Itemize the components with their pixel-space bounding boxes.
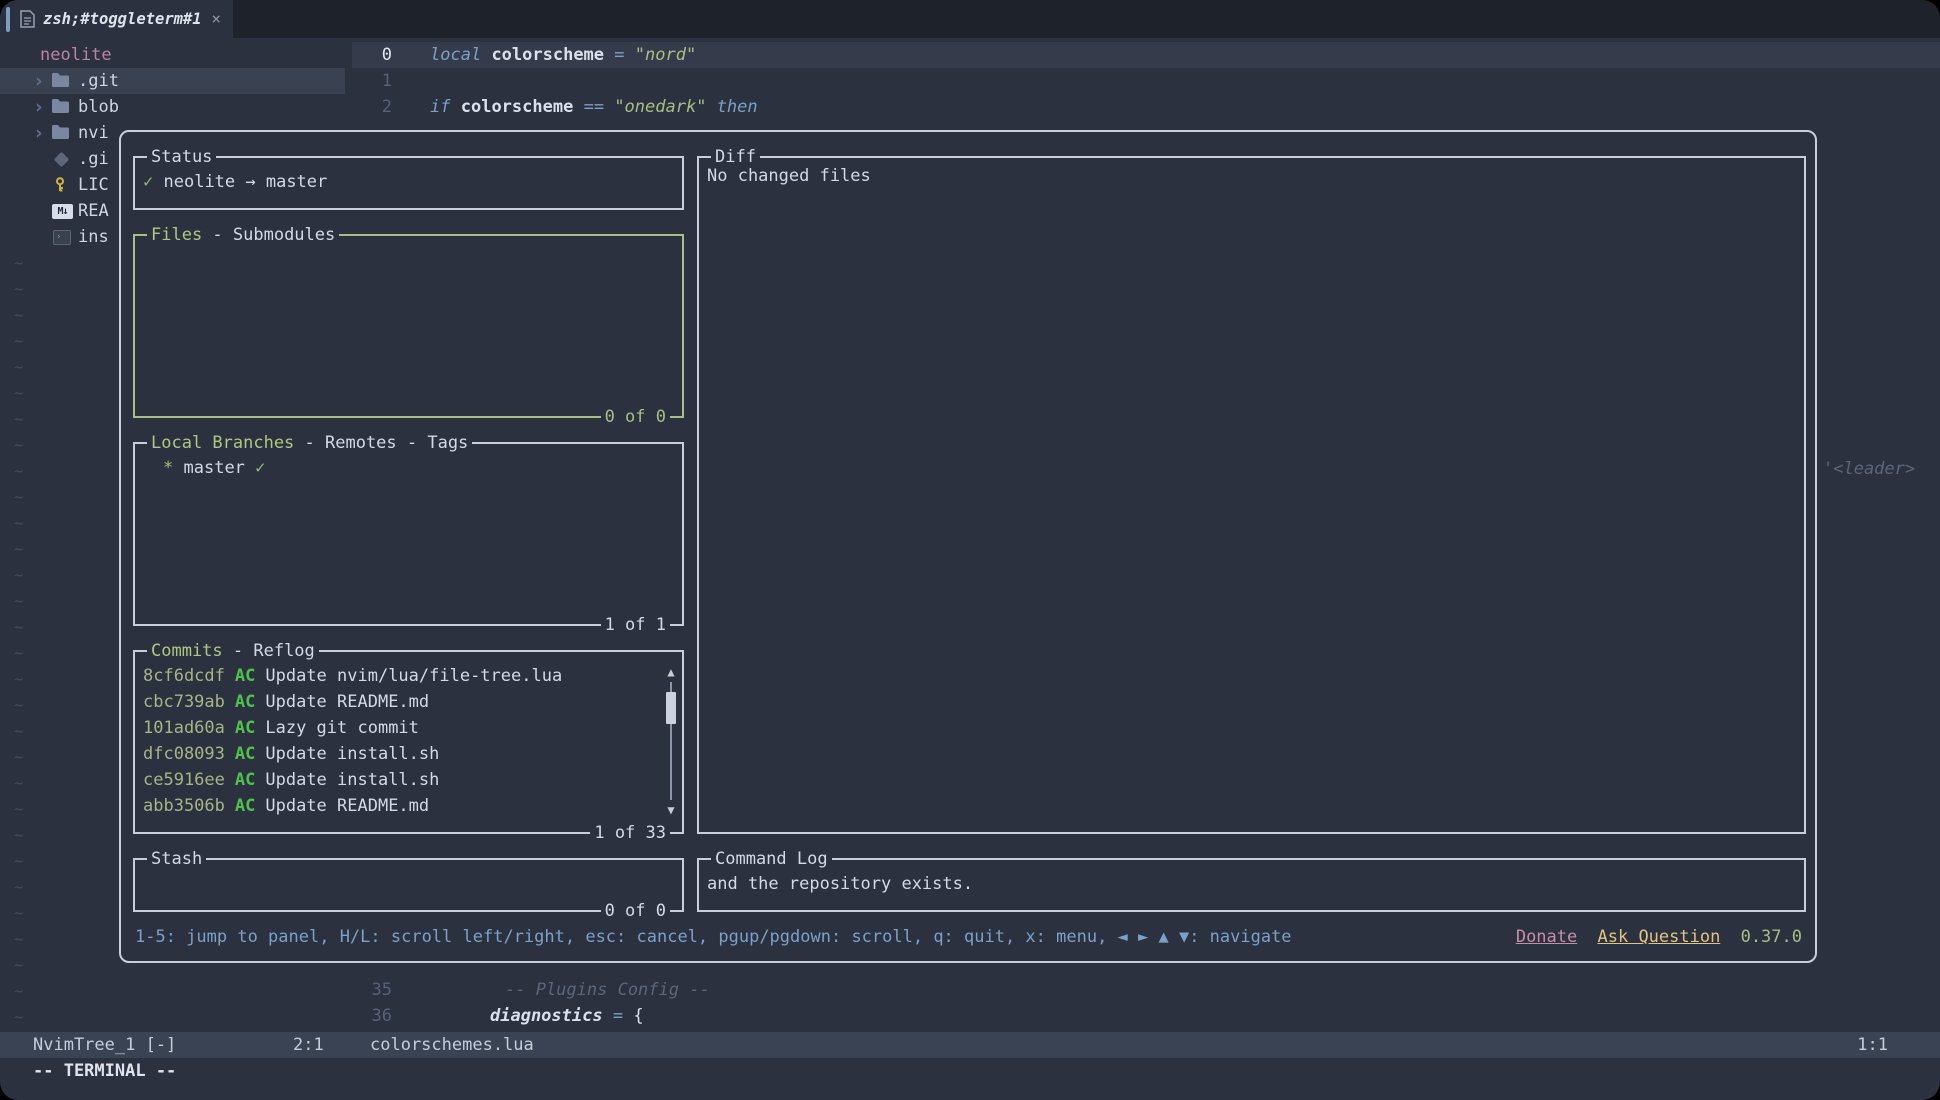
mode-indicator: -- TERMINAL --	[33, 1058, 176, 1084]
shell-script-icon: ›	[53, 230, 71, 245]
buffer-text-fragment: '<leader>	[1823, 456, 1915, 482]
line-number: 0	[352, 42, 392, 68]
line-number: 1	[352, 68, 392, 94]
commit-row[interactable]: 8cf6dcdfACUpdate nvim/lua/file-tree.lua	[143, 663, 674, 689]
tab-active-indicator	[6, 7, 10, 32]
license-key-icon	[52, 177, 68, 193]
commit-row[interactable]: dfc08093ACUpdate install.sh	[143, 741, 674, 767]
command-log-content: and the repository exists.	[699, 860, 1804, 910]
tree-item-label: ins	[78, 224, 109, 250]
files-counter: 0 of 0	[601, 405, 670, 429]
chevron-right-icon[interactable]: ›	[33, 120, 44, 146]
tree-item-label: .git	[78, 68, 119, 94]
stash-counter: 0 of 0	[601, 899, 670, 923]
lazygit-float-window: Status ✓ neolite → master Files - Submod…	[119, 130, 1817, 963]
statusline-cursor-pos-right: 1:1	[1857, 1032, 1888, 1058]
folder-icon	[52, 99, 69, 113]
tree-item-label: LIC	[78, 172, 109, 198]
commit-list: 8cf6dcdfACUpdate nvim/lua/file-tree.lua …	[135, 652, 682, 832]
lazygit-status-panel[interactable]: Status ✓ neolite → master	[133, 156, 684, 210]
code-line: 36 diagnostics = {	[352, 1003, 1940, 1029]
tree-item-git[interactable]: › .git	[0, 68, 345, 94]
neovim-window: zsh;#toggleterm#1 × 0 local colorscheme …	[0, 0, 1940, 1100]
lazygit-commits-panel[interactable]: Commits - Reflog 8cf6dcdfACUpdate nvim/l…	[133, 650, 684, 834]
folder-icon	[52, 125, 69, 139]
lazygit-files-panel[interactable]: Files - Submodules 0 of 0	[133, 234, 684, 418]
tree-item-label: blob	[78, 94, 119, 120]
version-label: 0.37.0	[1741, 927, 1802, 947]
file-icon	[20, 10, 35, 28]
tabline-fill	[233, 0, 1940, 38]
lazygit-command-log-panel[interactable]: Command Log and the repository exists.	[697, 858, 1806, 912]
markdown-icon: M↓	[52, 204, 73, 219]
lazygit-keybind-bar: 1-5: jump to panel, H/L: scroll left/rig…	[135, 924, 1802, 950]
keybind-hints: 1-5: jump to panel, H/L: scroll left/rig…	[135, 927, 1292, 947]
tree-item-blob[interactable]: › blob	[0, 94, 345, 120]
line-number: 36	[352, 1003, 392, 1029]
check-icon: ✓	[255, 458, 265, 478]
tabline: zsh;#toggleterm#1 ×	[0, 0, 1940, 38]
commit-row[interactable]: cbc739abACUpdate README.md	[143, 689, 674, 715]
branches-counter: 1 of 1	[601, 613, 670, 637]
diff-content: No changed files	[699, 158, 1804, 832]
scroll-up-icon[interactable]: ▲	[663, 666, 679, 678]
statusline-file-name: colorschemes.lua	[370, 1032, 534, 1058]
scroll-down-icon[interactable]: ▼	[663, 804, 679, 816]
statusline: NvimTree_1 [-] 2:1 colorschemes.lua 1:1	[0, 1032, 1940, 1058]
code-line: 2 if colorscheme == "onedark" then	[352, 94, 1940, 120]
donate-link[interactable]: Donate	[1516, 927, 1577, 947]
ask-question-link[interactable]: Ask Question	[1598, 927, 1721, 947]
chevron-right-icon[interactable]: ›	[33, 94, 44, 120]
chevron-right-icon[interactable]: ›	[33, 68, 44, 94]
commit-row[interactable]: abb3506bACUpdate README.md	[143, 793, 674, 819]
commits-counter: 1 of 33	[590, 821, 670, 845]
tree-item-label: REA	[78, 198, 109, 224]
lazygit-diff-panel[interactable]: Diff No changed files	[697, 156, 1806, 834]
folder-icon	[52, 73, 69, 87]
statusline-buffer-name: NvimTree_1 [-]	[33, 1032, 176, 1058]
line-number: 35	[352, 977, 392, 1003]
branch-row[interactable]: * master ✓	[143, 455, 674, 481]
panel-title: Stash	[147, 847, 206, 871]
commit-row[interactable]: 101ad60aACLazy git commit	[143, 715, 674, 741]
tree-item-label: nvi	[78, 120, 109, 146]
statusline-cursor-pos-left: 2:1	[293, 1032, 324, 1058]
tab-close-icon[interactable]: ×	[211, 0, 221, 38]
tree-item-label: .gi	[78, 146, 109, 172]
files-list	[135, 236, 682, 416]
lazygit-stash-panel[interactable]: Stash 0 of 0	[133, 858, 684, 912]
status-text: neolite → master	[164, 172, 328, 192]
code-line: 35 -- Plugins Config --	[352, 977, 1940, 1003]
line-number: 2	[352, 94, 392, 120]
commit-row[interactable]: ce5916eeACUpdate install.sh	[143, 767, 674, 793]
code-line: 0 local colorscheme = "nord"	[352, 42, 1940, 68]
tree-root-folder[interactable]: neolite	[40, 42, 112, 68]
scrollbar-thumb[interactable]	[666, 692, 676, 724]
check-icon: ✓	[143, 172, 153, 192]
lazygit-branches-panel[interactable]: Local Branches - Remotes - Tags * master…	[133, 442, 684, 626]
gitignore-icon	[54, 152, 70, 168]
tab-title: zsh;#toggleterm#1	[43, 10, 202, 28]
branch-list: * master ✓	[135, 444, 682, 624]
commits-scrollbar[interactable]: ▲ ▼	[663, 664, 679, 818]
code-line: 1	[352, 68, 1940, 94]
empty-line-tildes: ~~~~~~~~~~~~~~~~~~~~~~~~~~~~~~	[14, 250, 23, 1030]
terminal-tab[interactable]: zsh;#toggleterm#1 ×	[0, 0, 233, 38]
